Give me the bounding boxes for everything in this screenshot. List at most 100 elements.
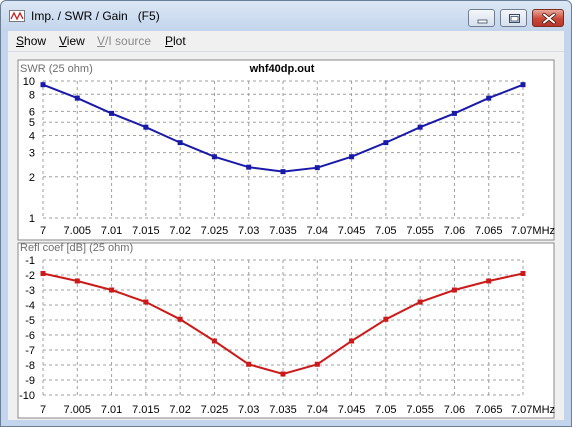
refl-data-point [211, 338, 217, 344]
swr-data-point [74, 95, 80, 101]
refl-data-point [246, 361, 252, 367]
title-bar[interactable]: Imp. / SWR / Gain (F5) [1, 1, 571, 31]
refl-ytick-label: -2 [25, 270, 35, 282]
swr-data-point [451, 110, 457, 116]
refl-data-point [520, 271, 526, 276]
swr-xtick-label: 7.03 [238, 225, 259, 237]
swr-xtick-label: 7.025 [201, 225, 229, 237]
swr-ylabel: SWR (25 ohm) [20, 63, 93, 75]
swr-xtick-label: 7.04 [307, 225, 328, 237]
menu-vi-source[interactable]: V/I source [97, 34, 151, 48]
swr-data-point [211, 154, 217, 160]
swr-xtick-label: 7.07MHz [511, 225, 555, 237]
close-icon [542, 12, 556, 25]
swr-data-point [349, 154, 355, 160]
refl-xtick-label: 7.025 [201, 404, 229, 416]
refl-xtick-label: 7.065 [475, 404, 503, 416]
refl-ytick-label: -5 [25, 315, 35, 327]
swr-data-point [109, 110, 115, 116]
refl-xtick-label: 7.035 [269, 404, 297, 416]
refl-xtick-label: 7.05 [375, 404, 396, 416]
refl-ytick-label: -4 [25, 300, 35, 312]
refl-ylabel: Refl coef [dB] (25 ohm) [20, 242, 133, 254]
menu-show[interactable]: Show [16, 34, 46, 48]
refl-data-point [177, 316, 183, 322]
swr-ytick-label: 1 [29, 213, 35, 225]
refl-data-point [74, 278, 80, 284]
refl-ytick-label: -9 [25, 375, 35, 387]
swr-data-point [143, 124, 149, 130]
refl-ytick-label: -1 [25, 255, 35, 267]
refl-ytick-label: -10 [19, 390, 35, 402]
refl-ytick-label: -6 [25, 330, 35, 342]
minimize-icon [477, 19, 488, 24]
swr-xtick-label: 7.045 [338, 225, 366, 237]
refl-data-point [143, 299, 149, 305]
plot-area: whf40dp.out 1 2 3 4 5 6 8 10 7 7.005 7.01 7.015 7.02… [8, 52, 564, 420]
refl-data-point [486, 278, 492, 284]
swr-xtick-label: 7.05 [375, 225, 396, 237]
refl-panel [17, 242, 555, 419]
refl-xtick-label: 7.015 [132, 404, 160, 416]
refl-data-point [451, 287, 457, 293]
refl-ytick-label: -3 [25, 285, 35, 297]
swr-data-point [486, 95, 492, 101]
swr-ytick-label: 3 [29, 148, 35, 160]
swr-ytick-label: 6 [29, 106, 35, 118]
swr-ytick-label: 2 [29, 172, 35, 184]
refl-xtick-label: 7.03 [238, 404, 259, 416]
swr-data-point [520, 82, 526, 88]
swr-data-point [280, 169, 286, 175]
charts-canvas: whf40dp.out 1 2 3 4 56 810 7 7.005 7.01 7.015 7.02… [17, 59, 555, 419]
menu-plot[interactable]: Plot [165, 34, 186, 48]
refl-data-point [417, 299, 423, 305]
swr-xtick-label: 7.005 [64, 225, 92, 237]
swr-ytick-label: 4 [29, 131, 35, 143]
menu-bar: Show View V/I source Plot [8, 31, 564, 52]
swr-ytick-label: 8 [29, 89, 35, 101]
swr-data-point [383, 140, 389, 146]
swr-xtick-label: 7.055 [406, 225, 434, 237]
swr-xtick-label: 7.01 [101, 225, 122, 237]
refl-data-point [280, 371, 286, 377]
refl-ytick-label: -8 [25, 360, 35, 372]
refl-data-point [40, 271, 46, 276]
minimize-button[interactable] [468, 9, 495, 27]
antenna-app-icon [9, 10, 25, 22]
refl-data-point [383, 316, 389, 322]
refl-xtick-label: 7.02 [169, 404, 190, 416]
swr-panel [17, 59, 555, 241]
refl-xtick-label: 7.06 [444, 404, 465, 416]
swr-data-point [417, 124, 423, 130]
maximize-button[interactable] [500, 9, 527, 27]
swr-ytick-label: 10 [23, 76, 35, 88]
swr-ytick-label: 5 [29, 117, 35, 129]
refl-xtick-label: 7.045 [338, 404, 366, 416]
swr-xtick-label: 7.035 [269, 225, 297, 237]
swr-data-point [246, 164, 252, 170]
swr-data-point [40, 82, 46, 88]
swr-xtick-label: 7 [40, 225, 46, 237]
refl-xtick-label: 7.005 [64, 404, 92, 416]
refl-xtick-label: 7.01 [101, 404, 122, 416]
refl-data-point [314, 361, 320, 367]
menu-view[interactable]: View [59, 34, 85, 48]
swr-xtick-label: 7.02 [169, 225, 190, 237]
refl-xtick-label: 7.07MHz [511, 404, 555, 416]
swr-xtick-label: 7.065 [475, 225, 503, 237]
swr-data-point [177, 140, 183, 146]
refl-ytick-label: -7 [25, 345, 35, 357]
plot-title: whf40dp.out [249, 63, 315, 75]
refl-xtick-label: 7 [40, 404, 46, 416]
close-button[interactable] [532, 9, 564, 27]
app-window: Imp. / SWR / Gain (F5) Show View V/I sou… [0, 0, 572, 427]
swr-xtick-label: 7.06 [444, 225, 465, 237]
swr-data-point [314, 165, 320, 171]
maximize-icon [509, 14, 520, 23]
refl-data-point [109, 287, 115, 293]
swr-xtick-label: 7.015 [132, 225, 160, 237]
refl-data-point [349, 338, 355, 344]
refl-xtick-label: 7.055 [406, 404, 434, 416]
window-title: Imp. / SWR / Gain (F5) [31, 9, 160, 23]
refl-xtick-label: 7.04 [307, 404, 328, 416]
